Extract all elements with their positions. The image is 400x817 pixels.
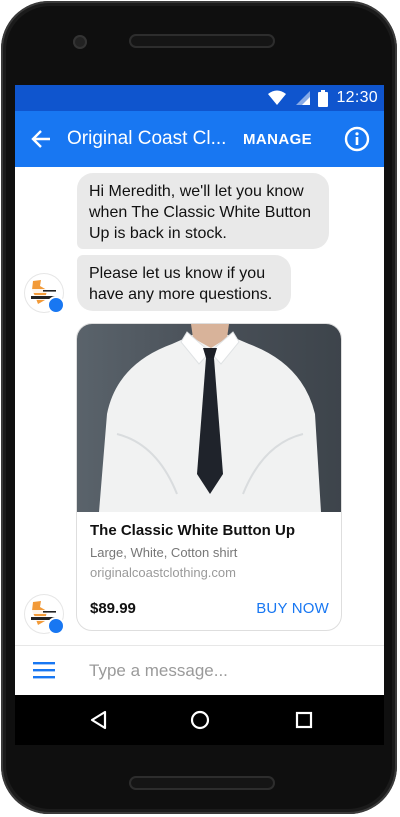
menu-icon[interactable] <box>33 661 55 679</box>
wifi-icon <box>268 90 287 105</box>
back-arrow-icon <box>31 130 50 148</box>
front-camera <box>73 35 87 49</box>
phone-frame: 12:30 Original Coast Cl... MANAGE Hi Mer… <box>1 1 397 814</box>
nav-home-icon[interactable] <box>188 708 212 732</box>
product-price: $89.99 <box>90 600 136 617</box>
screen: 12:30 Original Coast Cl... MANAGE Hi Mer… <box>15 85 384 745</box>
message-composer <box>15 645 384 696</box>
message-bubble[interactable]: Hi Meredith, we'll let you know when The… <box>77 173 329 249</box>
back-button[interactable] <box>15 111 67 167</box>
product-url[interactable]: originalcoastclothing.com <box>90 565 236 580</box>
battery-icon <box>318 89 329 107</box>
manage-button[interactable]: MANAGE <box>243 131 312 148</box>
chat-thread[interactable]: Hi Meredith, we'll let you know when The… <box>15 167 384 645</box>
page-avatar[interactable] <box>25 595 65 635</box>
buy-now-button[interactable]: BUY NOW <box>256 600 329 617</box>
info-icon <box>344 126 370 152</box>
status-time: 12:30 <box>336 89 378 106</box>
nav-recents-icon[interactable] <box>292 708 316 732</box>
cell-signal-icon <box>296 91 311 105</box>
status-icons: 12:30 <box>268 89 378 107</box>
status-bar: 12:30 <box>15 85 384 111</box>
product-subtitle: Large, White, Cotton shirt <box>90 545 238 560</box>
message-bubble[interactable]: Please let us know if you have any more … <box>77 255 291 311</box>
messenger-icon <box>47 617 65 635</box>
bottom-speaker <box>129 776 275 790</box>
info-button[interactable] <box>342 124 372 154</box>
messenger-icon <box>47 296 65 314</box>
conversation-title[interactable]: Original Coast Cl... <box>67 128 227 150</box>
nav-back-icon[interactable] <box>87 708 111 732</box>
earpiece-speaker <box>129 34 275 48</box>
page-avatar[interactable] <box>25 274 65 314</box>
product-card[interactable]: The Classic White Button Up Large, White… <box>76 323 342 631</box>
app-bar: Original Coast Cl... MANAGE <box>15 111 384 167</box>
product-image[interactable] <box>77 324 342 512</box>
product-title[interactable]: The Classic White Button Up <box>90 522 295 539</box>
message-input[interactable] <box>87 660 361 682</box>
system-nav-bar <box>15 695 384 745</box>
